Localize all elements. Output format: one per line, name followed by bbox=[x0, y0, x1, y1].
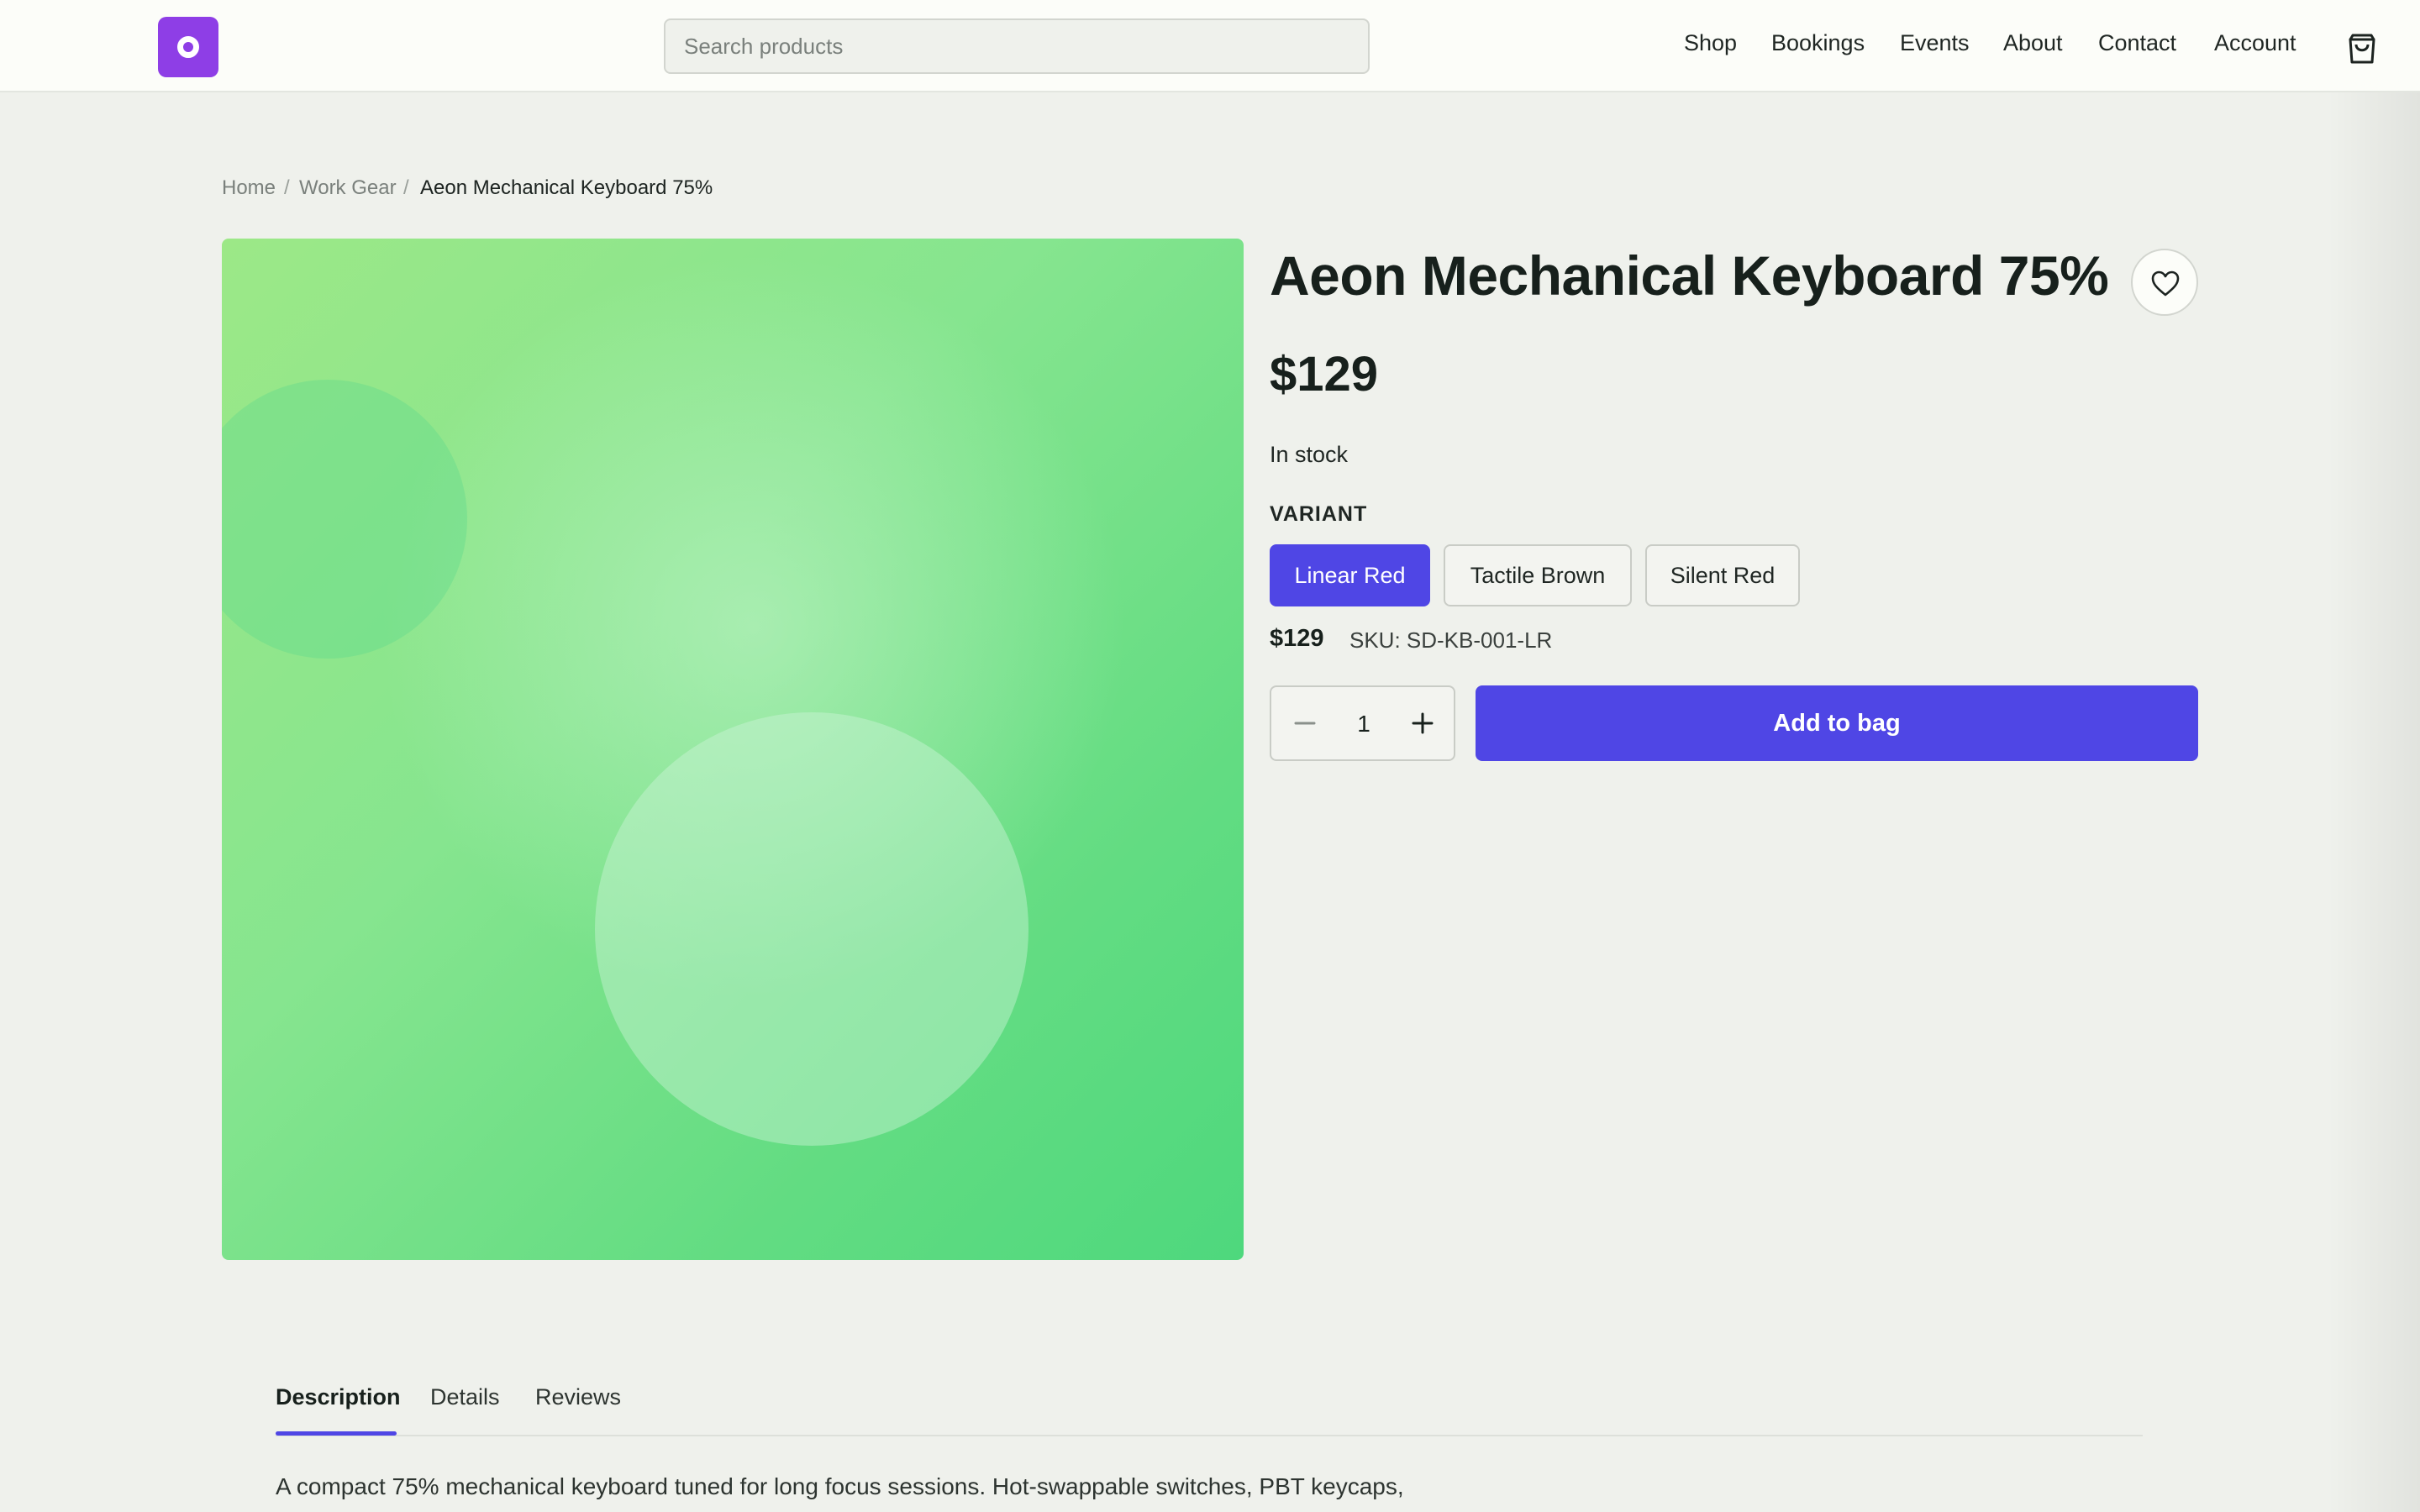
favorite-button[interactable] bbox=[2131, 249, 2198, 316]
breadcrumb-work-gear[interactable]: Work Gear bbox=[299, 176, 397, 200]
breadcrumb-separator: / bbox=[403, 176, 409, 199]
stock-status: In stock bbox=[1270, 442, 1349, 467]
breadcrumb-current: Aeon Mechanical Keyboard 75% bbox=[420, 176, 713, 199]
tab-description[interactable]: Description bbox=[276, 1384, 401, 1410]
nav-contact[interactable]: Contact bbox=[2098, 30, 2176, 56]
nav-about[interactable]: About bbox=[2003, 30, 2063, 56]
plus-icon[interactable] bbox=[1409, 710, 1436, 737]
tabs-divider bbox=[276, 1435, 2143, 1436]
variant-label: VARIANT bbox=[1270, 502, 1368, 526]
scroll-edge-shadow bbox=[2328, 92, 2420, 1512]
active-tab-indicator bbox=[276, 1431, 397, 1436]
image-decor-circle bbox=[595, 712, 1028, 1146]
nav-account[interactable]: Account bbox=[2214, 30, 2296, 56]
sku: SKU: SD-KB-001-LR bbox=[1349, 627, 1553, 653]
product-description: A compact 75% mechanical keyboard tuned … bbox=[276, 1473, 1404, 1499]
logo-icon[interactable] bbox=[158, 17, 218, 77]
site-header: Shop Bookings Events About Contact Accou… bbox=[0, 0, 2420, 92]
nav-shop[interactable]: Shop bbox=[1684, 30, 1737, 56]
add-to-bag-button[interactable]: Add to bag bbox=[1476, 685, 2198, 761]
logo-mark bbox=[177, 36, 199, 58]
quantity-input[interactable] bbox=[1339, 706, 1389, 743]
nav-events[interactable]: Events bbox=[1900, 30, 1970, 56]
quantity-stepper bbox=[1270, 685, 1455, 761]
selected-variant-price: $129 bbox=[1270, 625, 1324, 652]
variant-linear-red[interactable]: Linear Red bbox=[1270, 544, 1430, 606]
product-price: $129 bbox=[1270, 347, 1379, 402]
tab-reviews[interactable]: Reviews bbox=[535, 1384, 621, 1410]
breadcrumb-separator: / bbox=[284, 176, 290, 199]
variant-tactile-brown[interactable]: Tactile Brown bbox=[1444, 544, 1632, 606]
product-image bbox=[222, 239, 1244, 1260]
heart-icon bbox=[2151, 270, 2180, 297]
shopping-bag-icon[interactable] bbox=[2343, 29, 2381, 67]
product-title: Aeon Mechanical Keyboard 75% bbox=[1270, 244, 2109, 307]
image-decor-circle bbox=[222, 380, 467, 659]
breadcrumb-home[interactable]: Home bbox=[222, 176, 276, 200]
minus-icon[interactable] bbox=[1292, 710, 1318, 737]
search-input[interactable] bbox=[664, 18, 1370, 74]
nav-bookings[interactable]: Bookings bbox=[1771, 30, 1865, 56]
tab-details[interactable]: Details bbox=[430, 1384, 500, 1410]
variant-silent-red[interactable]: Silent Red bbox=[1645, 544, 1800, 606]
